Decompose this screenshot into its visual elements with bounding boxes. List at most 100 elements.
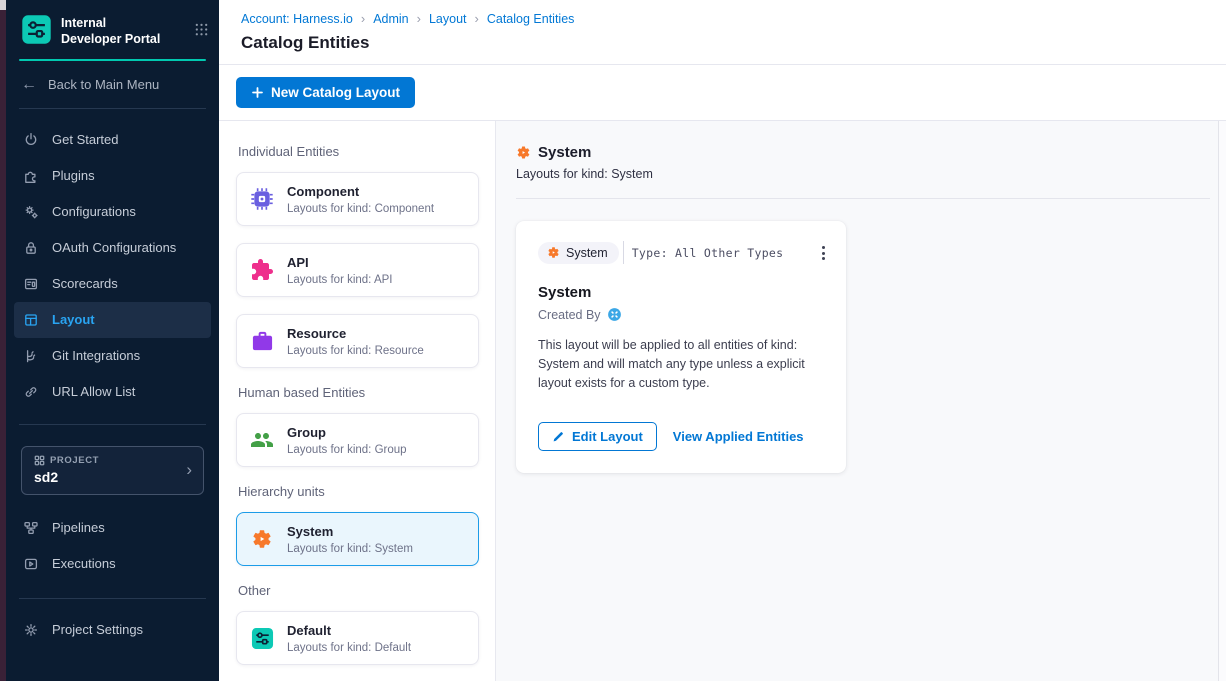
group-people-icon [249,428,275,452]
chevron-right-icon: › [186,460,192,480]
entity-card-resource[interactable]: Resource Layouts for kind: Resource [236,314,479,368]
pipelines-icon [23,520,39,536]
api-puzzle-icon [249,258,275,282]
view-applied-entities-link[interactable]: View Applied Entities [673,429,804,444]
logo-row: Internal Developer Portal [6,0,219,59]
idp-logo-icon [21,14,52,45]
kind-heading-row: System [516,144,1218,161]
edit-layout-button[interactable]: Edit Layout [538,422,657,451]
layout-description: This layout will be applied to all entit… [538,336,830,392]
kebab-menu-icon[interactable] [819,243,828,263]
entity-desc: Layouts for kind: API [287,274,392,286]
system-gear-icon [249,528,275,550]
executions-icon [23,556,39,572]
layout-title: System [538,284,824,301]
layout-icon [23,312,39,328]
sidebar-item-executions[interactable]: Executions [14,546,211,582]
system-gear-icon [516,145,531,160]
entity-name: System [287,524,413,539]
type-text: Type: All Other Types [632,246,784,260]
entity-desc: Layouts for kind: Group [287,444,407,456]
entity-desc: Layouts for kind: Resource [287,345,424,357]
entity-desc: Layouts for kind: System [287,543,413,555]
resource-briefcase-icon [249,330,275,353]
new-catalog-layout-button[interactable]: New Catalog Layout [236,77,415,108]
arrow-left-icon: ← [21,77,37,93]
default-logo-icon [249,627,275,650]
pencil-icon [552,430,565,443]
entity-name: Component [287,184,434,199]
kind-chip: System [538,242,619,264]
sidebar-item-oauth-configurations[interactable]: OAuth Configurations [14,230,211,266]
entity-card-api[interactable]: API Layouts for kind: API [236,243,479,297]
module-grid-icon[interactable] [194,14,209,42]
chip-row: System Type: All Other Types [538,241,824,264]
entity-name: Group [287,425,407,440]
kind-heading: System [538,144,591,161]
main-content: System Layouts for kind: System System T… [496,121,1218,681]
entity-card-default[interactable]: Default Layouts for kind: Default [236,611,479,665]
entity-card-group[interactable]: Group Layouts for kind: Group [236,413,479,467]
breadcrumb-layout[interactable]: Layout [429,11,487,26]
entity-card-component[interactable]: Component Layouts for kind: Component [236,172,479,226]
sidebar-item-configurations[interactable]: Configurations [14,194,211,230]
harness-creator-icon [607,307,622,322]
sidebar-item-url-allow-list[interactable]: URL Allow List [14,374,211,410]
entity-kinds-panel: Individual Entities Component Layouts fo… [219,121,496,681]
link-icon [23,384,39,400]
branch-icon [23,348,39,364]
breadcrumb-admin[interactable]: Admin [373,11,429,26]
sidebar-item-git-integrations[interactable]: Git Integrations [14,338,211,374]
gears-icon [23,204,39,220]
section-other: Other Default Layouts for kind: Default [236,583,479,665]
project-icon [34,455,45,466]
section-human-based-entities: Human based Entities Group Layouts for k… [236,385,479,467]
gear-icon [23,622,39,638]
sidebar-item-scorecards[interactable]: Scorecards [14,266,211,302]
entity-desc: Layouts for kind: Default [287,642,411,654]
section-hierarchy-units: Hierarchy units System Layouts for kind:… [236,484,479,566]
back-label: Back to Main Menu [48,77,159,92]
breadcrumb: Account: Harness.io Admin Layout Catalog… [241,11,1226,26]
back-to-main-menu[interactable]: ← Back to Main Menu [6,61,219,108]
entity-name: Default [287,623,411,638]
section-title: Hierarchy units [238,484,479,499]
sidebar-item-pipelines[interactable]: Pipelines [14,510,211,546]
kind-subheading: Layouts for kind: System [516,167,1218,181]
divider [19,424,206,425]
section-individual-entities: Individual Entities Component Layouts fo… [236,144,479,368]
section-title: Individual Entities [238,144,479,159]
entity-desc: Layouts for kind: Component [287,203,434,215]
app-title: Internal Developer Portal [61,14,161,48]
component-icon [249,187,275,211]
section-title: Other [238,583,479,598]
system-gear-icon [547,246,560,259]
entity-name: API [287,255,392,270]
page-header: Account: Harness.io Admin Layout Catalog… [219,0,1226,65]
power-icon [23,132,39,148]
sidebar: Internal Developer Portal ← Back to Main… [6,0,219,681]
created-by-row: Created By [538,307,824,322]
scorecard-icon [23,276,39,292]
project-label-row: PROJECT [34,455,191,466]
card-actions: Edit Layout View Applied Entities [538,422,824,451]
toolbar: New Catalog Layout [219,65,1226,121]
sidebar-item-plugins[interactable]: Plugins [14,158,211,194]
entity-name: Resource [287,326,424,341]
divider [623,241,624,264]
plus-icon [251,86,264,99]
sidebar-nav: Get Started Plugins Configurations OAuth… [6,109,219,410]
lock-icon [23,240,39,256]
sidebar-item-get-started[interactable]: Get Started [14,122,211,158]
sidebar-item-project-settings[interactable]: Project Settings [14,612,211,648]
page-title: Catalog Entities [241,33,1226,53]
project-selector[interactable]: PROJECT sd2 › [21,446,204,495]
entity-card-system[interactable]: System Layouts for kind: System [236,512,479,566]
section-title: Human based Entities [238,385,479,400]
breadcrumb-catalog-entities[interactable]: Catalog Entities [487,12,575,26]
sidebar-nav-lower: Pipelines Executions [6,495,219,582]
sidebar-item-layout[interactable]: Layout [14,302,211,338]
breadcrumb-account[interactable]: Account: Harness.io [241,11,373,26]
scrollbar-gutter[interactable] [1218,121,1226,681]
layout-card-system: System Type: All Other Types System Crea… [516,221,846,473]
